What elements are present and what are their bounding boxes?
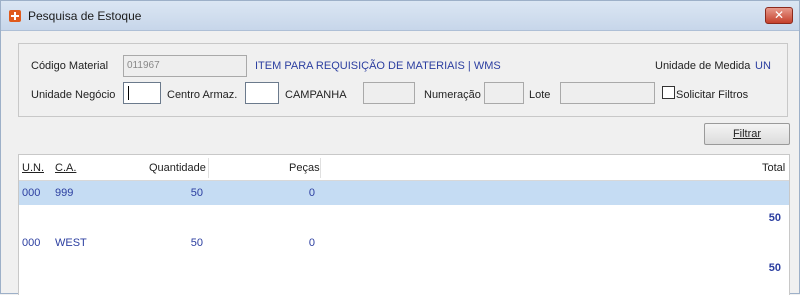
table-row[interactable]: 000 WEST 50 0	[19, 231, 789, 255]
grid-header: U.N. C.A. Quantidade Peças Total	[19, 155, 789, 181]
lote-label: Lote	[529, 89, 551, 101]
solicitar-filtros-label: Solicitar Filtros	[676, 89, 749, 101]
centro-armaz-label: Centro Armaz.	[167, 89, 238, 101]
solicitar-filtros-checkbox[interactable]	[662, 86, 675, 99]
codigo-material-field: 011967	[123, 55, 247, 77]
unidade-medida-value: UN	[755, 60, 771, 72]
numeracao-field[interactable]	[484, 82, 524, 104]
codigo-material-label: Código Material	[31, 60, 109, 72]
unidade-medida-label: Unidade de Medida	[655, 60, 751, 72]
centro-armaz-input[interactable]	[245, 82, 279, 104]
col-header-ca[interactable]: C.A.	[55, 162, 76, 174]
col-header-quantidade[interactable]: Quantidade	[149, 162, 206, 174]
stock-results-grid: U.N. C.A. Quantidade Peças Total 000 999…	[18, 154, 790, 295]
filter-form-panel: Código Material 011967 ITEM PARA REQUISI…	[18, 43, 788, 117]
filter-button[interactable]: Filtrar	[704, 123, 790, 145]
total-row: 50	[19, 205, 789, 229]
cell-un: 000	[22, 237, 41, 249]
close-button[interactable]: ✕	[765, 7, 793, 24]
cell-total: 50	[768, 262, 781, 274]
cell-total: 50	[768, 212, 781, 224]
window-title: Pesquisa de Estoque	[28, 9, 142, 23]
stock-search-window: Pesquisa de Estoque ✕ Código Material 01…	[0, 0, 800, 295]
cell-quantidade: 50	[190, 237, 203, 249]
col-divider	[320, 158, 321, 178]
text-caret	[128, 86, 129, 100]
material-description: ITEM PARA REQUISIÇÃO DE MATERIAIS | WMS	[255, 60, 501, 72]
col-header-total[interactable]: Total	[762, 162, 785, 174]
filter-button-label: Filtrar	[732, 128, 762, 140]
table-row[interactable]: 000 999 50 0	[19, 181, 789, 205]
cell-quantidade: 50	[190, 187, 203, 199]
title-bar: Pesquisa de Estoque ✕	[1, 1, 799, 31]
app-icon	[9, 10, 21, 22]
col-divider	[208, 158, 209, 178]
cell-pecas: 0	[308, 237, 315, 249]
lote-field[interactable]	[560, 82, 655, 104]
campanha-label: CAMPANHA	[285, 89, 347, 101]
cell-ca: WEST	[55, 237, 87, 249]
unidade-negocio-input[interactable]	[123, 82, 161, 104]
col-header-un[interactable]: U.N.	[22, 162, 44, 174]
campanha-field[interactable]	[363, 82, 415, 104]
numeracao-label: Numeração	[424, 89, 481, 101]
cell-ca: 999	[55, 187, 74, 199]
unidade-negocio-label: Unidade Negócio	[31, 89, 116, 101]
col-header-pecas[interactable]: Peças	[289, 162, 320, 174]
cell-un: 000	[22, 187, 41, 199]
total-row: 50	[19, 255, 789, 279]
cell-pecas: 0	[308, 187, 315, 199]
